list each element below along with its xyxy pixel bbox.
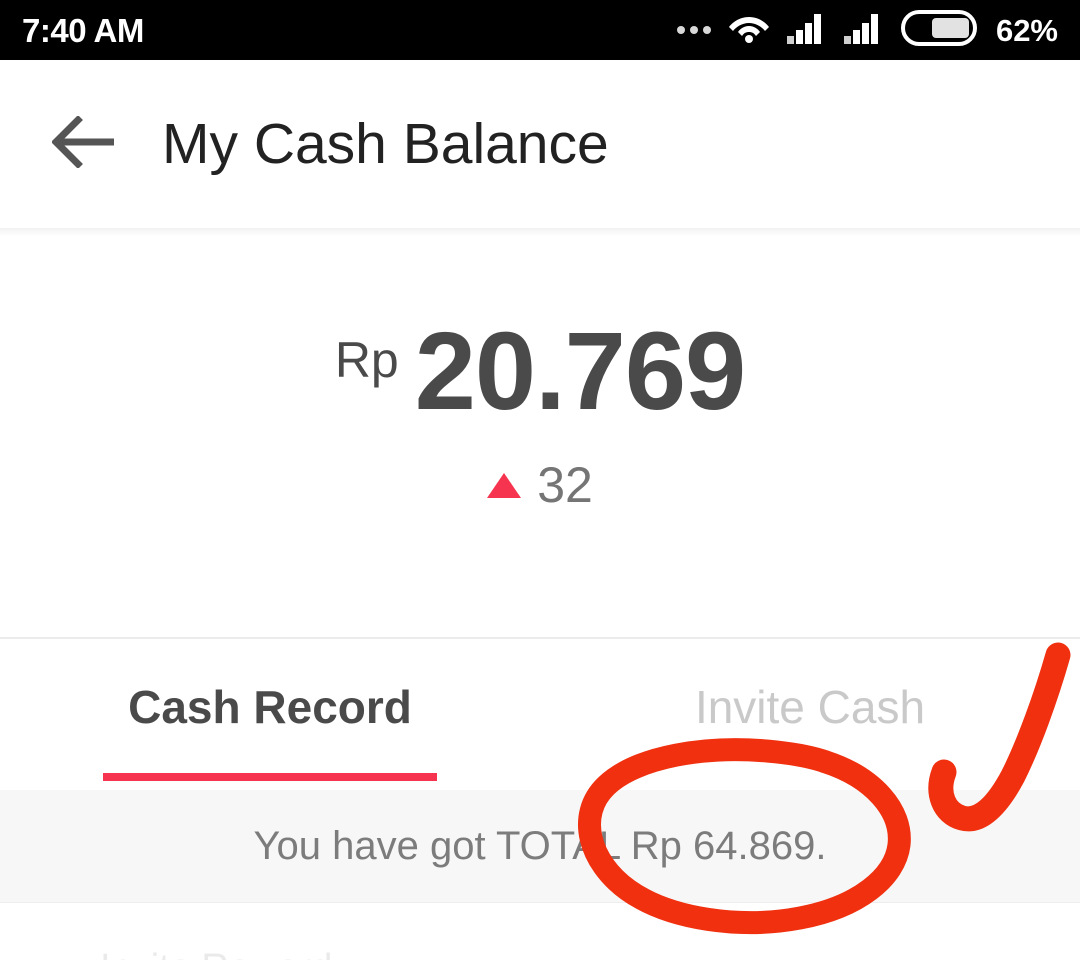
tab-cash-record-label: Cash Record	[128, 680, 412, 733]
status-bar-icons: 62%	[676, 9, 1058, 51]
balance-summary: Rp 20.769 32	[0, 236, 1080, 636]
status-bar: 7:40 AM 62%	[0, 0, 1080, 60]
battery-percent-label: 62%	[995, 12, 1058, 48]
balance-amount-row: Rp 20.769	[334, 310, 746, 433]
app-bar: My Cash Balance	[0, 60, 1080, 228]
triangle-up-icon	[487, 472, 522, 498]
phone-screen: 7:40 AM 62% My Cash Balance Rp 20.769 32…	[0, 0, 1080, 960]
app-bar-shadow	[0, 228, 1080, 236]
currency-symbol: Rp	[334, 332, 399, 388]
list-item[interactable]: Invite Reward	[100, 949, 332, 960]
status-bar-clock: 7:40 AM	[22, 11, 144, 49]
back-button[interactable]	[30, 89, 140, 199]
balance-delta: 32	[487, 460, 593, 510]
tab-active-indicator	[103, 773, 437, 781]
balance-amount: 20.769	[414, 310, 746, 433]
tab-cash-record[interactable]: Cash Record	[0, 639, 540, 790]
page-title: My Cash Balance	[162, 111, 609, 176]
signal-icon	[843, 12, 884, 49]
record-list: Invite Reward	[0, 903, 1080, 960]
signal-icon	[786, 12, 827, 49]
total-banner-text: You have got TOTAL Rp 64.869.	[253, 824, 827, 868]
back-arrow-icon	[51, 114, 118, 173]
battery-icon	[900, 9, 977, 51]
balance-delta-value: 32	[537, 457, 593, 514]
total-banner: You have got TOTAL Rp 64.869.	[0, 790, 1080, 903]
more-dots-icon	[676, 26, 711, 34]
tab-invite-cash[interactable]: Invite Cash	[540, 639, 1080, 790]
wifi-icon	[728, 12, 770, 49]
tab-invite-cash-label: Invite Cash	[694, 680, 926, 733]
tab-bar: Cash Record Invite Cash	[0, 639, 1080, 790]
